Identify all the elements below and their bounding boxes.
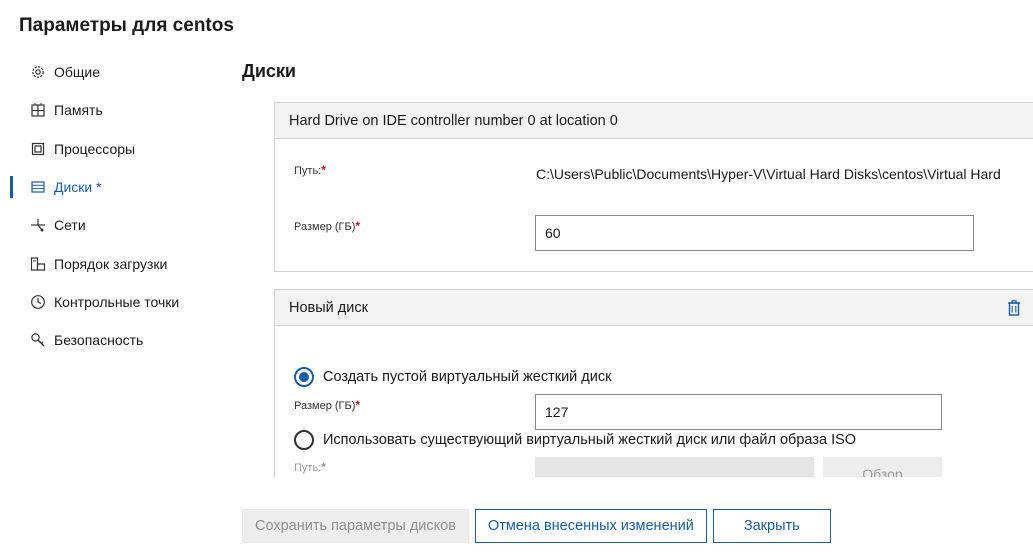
hard-drive-card: Hard Drive on IDE controller number 0 at… xyxy=(274,102,1033,272)
processor-icon xyxy=(30,141,46,157)
browse-button[interactable]: Обзор xyxy=(823,457,942,477)
nav-item-label: Порядок загрузки xyxy=(54,255,168,272)
nav-item-label: Безопасность xyxy=(54,332,144,349)
nav-item-disks[interactable]: Диски * xyxy=(0,168,230,206)
use-existing-disk-label: Использовать существующий виртуальный же… xyxy=(323,432,857,448)
radio-selected[interactable] xyxy=(294,367,314,387)
size-label: Размер (ГБ) xyxy=(294,221,356,233)
create-new-disk-option[interactable]: Создать пустой виртуальный жесткий диск xyxy=(294,367,611,387)
new-disk-title: Новый диск xyxy=(289,299,368,316)
nav-item-general[interactable]: Общие xyxy=(0,53,230,91)
existing-disk-path-input[interactable] xyxy=(535,457,814,477)
network-icon xyxy=(30,217,46,233)
nav-item-networks[interactable]: Сети xyxy=(0,206,230,244)
discard-changes-button[interactable]: Отмена внесенных изменений xyxy=(474,509,707,543)
required-mark: * xyxy=(321,163,326,177)
nav-item-label: Диски * xyxy=(54,179,102,196)
size-label-group: Размер (ГБ)* xyxy=(294,398,360,412)
hard-drive-path: C:\Users\Public\Documents\Hyper-V\Virtua… xyxy=(536,166,1001,182)
disk-icon xyxy=(30,179,46,195)
nav-item-boot-order[interactable]: Порядок загрузки xyxy=(0,244,230,282)
key-icon xyxy=(30,332,46,348)
radio-unselected[interactable] xyxy=(294,430,314,450)
nav-item-processors[interactable]: Процессоры xyxy=(0,130,230,168)
required-mark: * xyxy=(321,460,326,474)
save-disk-settings-button[interactable]: Сохранить параметры дисков xyxy=(242,509,469,543)
section-title: Диски xyxy=(242,61,296,81)
new-disk-card: Новый диск Создать пустой виртуальный же… xyxy=(274,289,1033,477)
size-label-group: Размер (ГБ)* xyxy=(294,219,360,233)
path-label: Путь: xyxy=(294,462,322,474)
size-label: Размер (ГБ) xyxy=(294,400,356,412)
nav-item-memory[interactable]: Память xyxy=(0,91,230,129)
nav-item-checkpoints[interactable]: Контрольные точки xyxy=(0,283,230,321)
nav-item-label: Сети xyxy=(54,217,86,234)
page-title: Параметры для centos xyxy=(19,15,234,36)
gear-icon xyxy=(30,64,46,80)
nav-item-security[interactable]: Безопасность xyxy=(0,321,230,359)
required-mark: * xyxy=(355,219,361,233)
settings-nav: Общие Память Процессоры Диски * Сети Пор… xyxy=(0,53,230,359)
footer-actions: Сохранить параметры дисков Отмена внесен… xyxy=(242,509,831,543)
memory-icon xyxy=(30,102,46,118)
nav-item-label: Контрольные точки xyxy=(54,293,180,310)
boot-order-icon xyxy=(30,256,46,272)
path-label-group: Путь:* xyxy=(294,163,326,177)
clock-icon xyxy=(30,294,46,310)
create-new-disk-label: Создать пустой виртуальный жесткий диск xyxy=(323,369,612,385)
hard-drive-size-input[interactable]: 60 xyxy=(535,215,974,251)
hard-drive-header: Hard Drive on IDE controller number 0 at… xyxy=(275,103,1033,139)
new-disk-header: Новый диск xyxy=(275,290,1033,326)
nav-item-label: Общие xyxy=(54,64,101,81)
path-label: Путь: xyxy=(294,165,322,177)
close-button[interactable]: Закрыть xyxy=(712,509,831,543)
required-mark: * xyxy=(355,398,361,412)
trash-icon[interactable] xyxy=(1005,299,1023,317)
new-disk-size-input[interactable]: 127 xyxy=(535,394,942,430)
path-label-group: Путь:* xyxy=(294,460,326,474)
nav-item-label: Процессоры xyxy=(54,140,136,157)
use-existing-disk-option[interactable]: Использовать существующий виртуальный же… xyxy=(294,430,856,450)
nav-item-label: Память xyxy=(54,102,103,119)
